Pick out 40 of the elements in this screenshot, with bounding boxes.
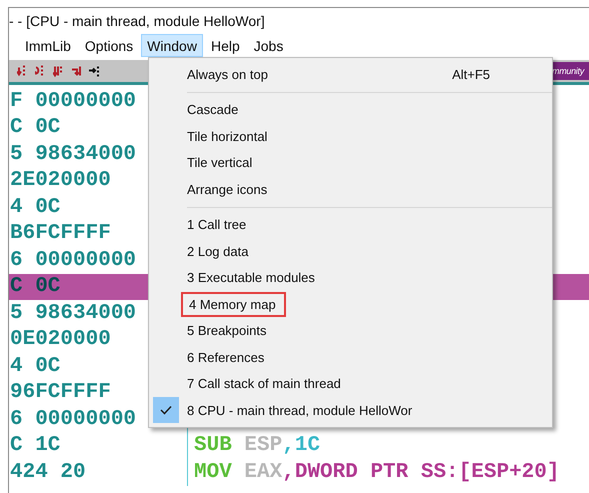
dump-value: F 00000000 [9, 90, 138, 113]
menu-item[interactable]: 7 Call stack of main thread [149, 370, 552, 397]
menu-bar-item[interactable]: Window [141, 34, 203, 57]
menu-bar-item[interactable]: Help [204, 34, 246, 57]
menu-item[interactable]: 3 Executable modules [149, 264, 552, 291]
dump-value: C 0C [9, 116, 62, 140]
menu-bar-item[interactable]: Jobs [248, 34, 290, 57]
menu-item[interactable]: 5 Breakpoints [149, 318, 552, 344]
disassembly-line: MOV EAX,DWORD PTR SS:[ESP+20] [193, 460, 560, 484]
down-arrow-icon[interactable] [53, 64, 65, 78]
dump-value: 5 98634000 [9, 142, 138, 166]
dump-value: 0E020000 [9, 328, 112, 352]
dump-value: 424 20 [9, 460, 87, 484]
dump-value: C 1C [9, 434, 62, 458]
dump-value: 6 00000000 [9, 408, 138, 431]
menu-item[interactable]: 2 Log data [149, 238, 552, 264]
corner-arrow-icon[interactable] [71, 64, 83, 78]
dump-value: B6FCFFFF [9, 222, 112, 246]
disassembly-line: SUB ESP,1C [193, 434, 320, 458]
menu-item[interactable]: Cascade [149, 96, 552, 123]
menu-item[interactable]: 4 Memory map [149, 291, 552, 318]
dump-value: C 0C [9, 275, 62, 298]
menu-item[interactable]: Arrange icons [149, 176, 552, 202]
menu-item[interactable]: 8 CPU - main thread, module HelloWor [149, 397, 552, 424]
menu-item[interactable]: Tile vertical [149, 150, 552, 176]
menu-item[interactable]: Tile horizontal [149, 123, 552, 150]
menu-bar-item[interactable]: ImmLib [19, 34, 77, 57]
dump-value: 4 0C [9, 196, 62, 219]
right-arrow-icon[interactable] [89, 64, 101, 78]
dump-value: 4 0C [9, 354, 62, 378]
dump-value: 96FCFFFF [9, 381, 112, 404]
menu-item[interactable]: 6 References [149, 344, 552, 370]
dump-value: 2E020000 [9, 169, 112, 192]
menu-bar-item[interactable]: Options [78, 34, 140, 57]
window-title: - - [CPU - main thread, module HelloWor] [9, 12, 266, 31]
menu-item[interactable]: 1 Call tree [149, 212, 552, 238]
dump-value: 5 98634000 [9, 302, 138, 325]
dump-value: 6 00000000 [9, 248, 138, 272]
community-badge: mmunity [551, 62, 589, 80]
menu-item[interactable]: Always on top Alt+F5 [149, 61, 552, 88]
